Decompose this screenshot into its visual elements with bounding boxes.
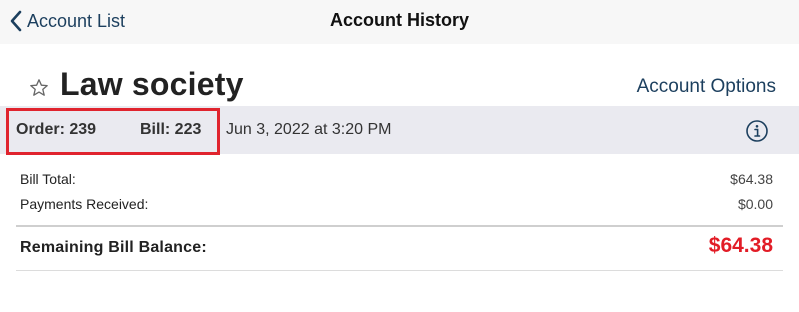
bill-total-value: $64.38	[730, 171, 773, 187]
order-datetime: Jun 3, 2022 at 3:20 PM	[226, 121, 392, 138]
payments-received-value: $0.00	[737, 196, 773, 212]
bill-total-label: Bill Total:	[20, 171, 76, 187]
summary-divider	[16, 225, 783, 227]
remaining-balance-value: $64.38	[708, 234, 773, 257]
payments-received-label: Payments Received:	[20, 196, 149, 212]
account-options-button[interactable]: Account Options	[637, 76, 776, 98]
order-number: Order: 239	[16, 121, 97, 138]
star-outline-icon[interactable]	[29, 78, 49, 98]
bill-number: Bill: 223	[140, 121, 202, 138]
page-title: Account History	[329, 10, 470, 30]
remaining-balance-label: Remaining Bill Balance:	[20, 239, 207, 256]
info-circle-icon[interactable]	[745, 119, 769, 143]
bottom-divider	[16, 270, 783, 271]
account-name: Law society	[60, 66, 244, 102]
navigation-bar: Account List Account History	[0, 0, 799, 44]
